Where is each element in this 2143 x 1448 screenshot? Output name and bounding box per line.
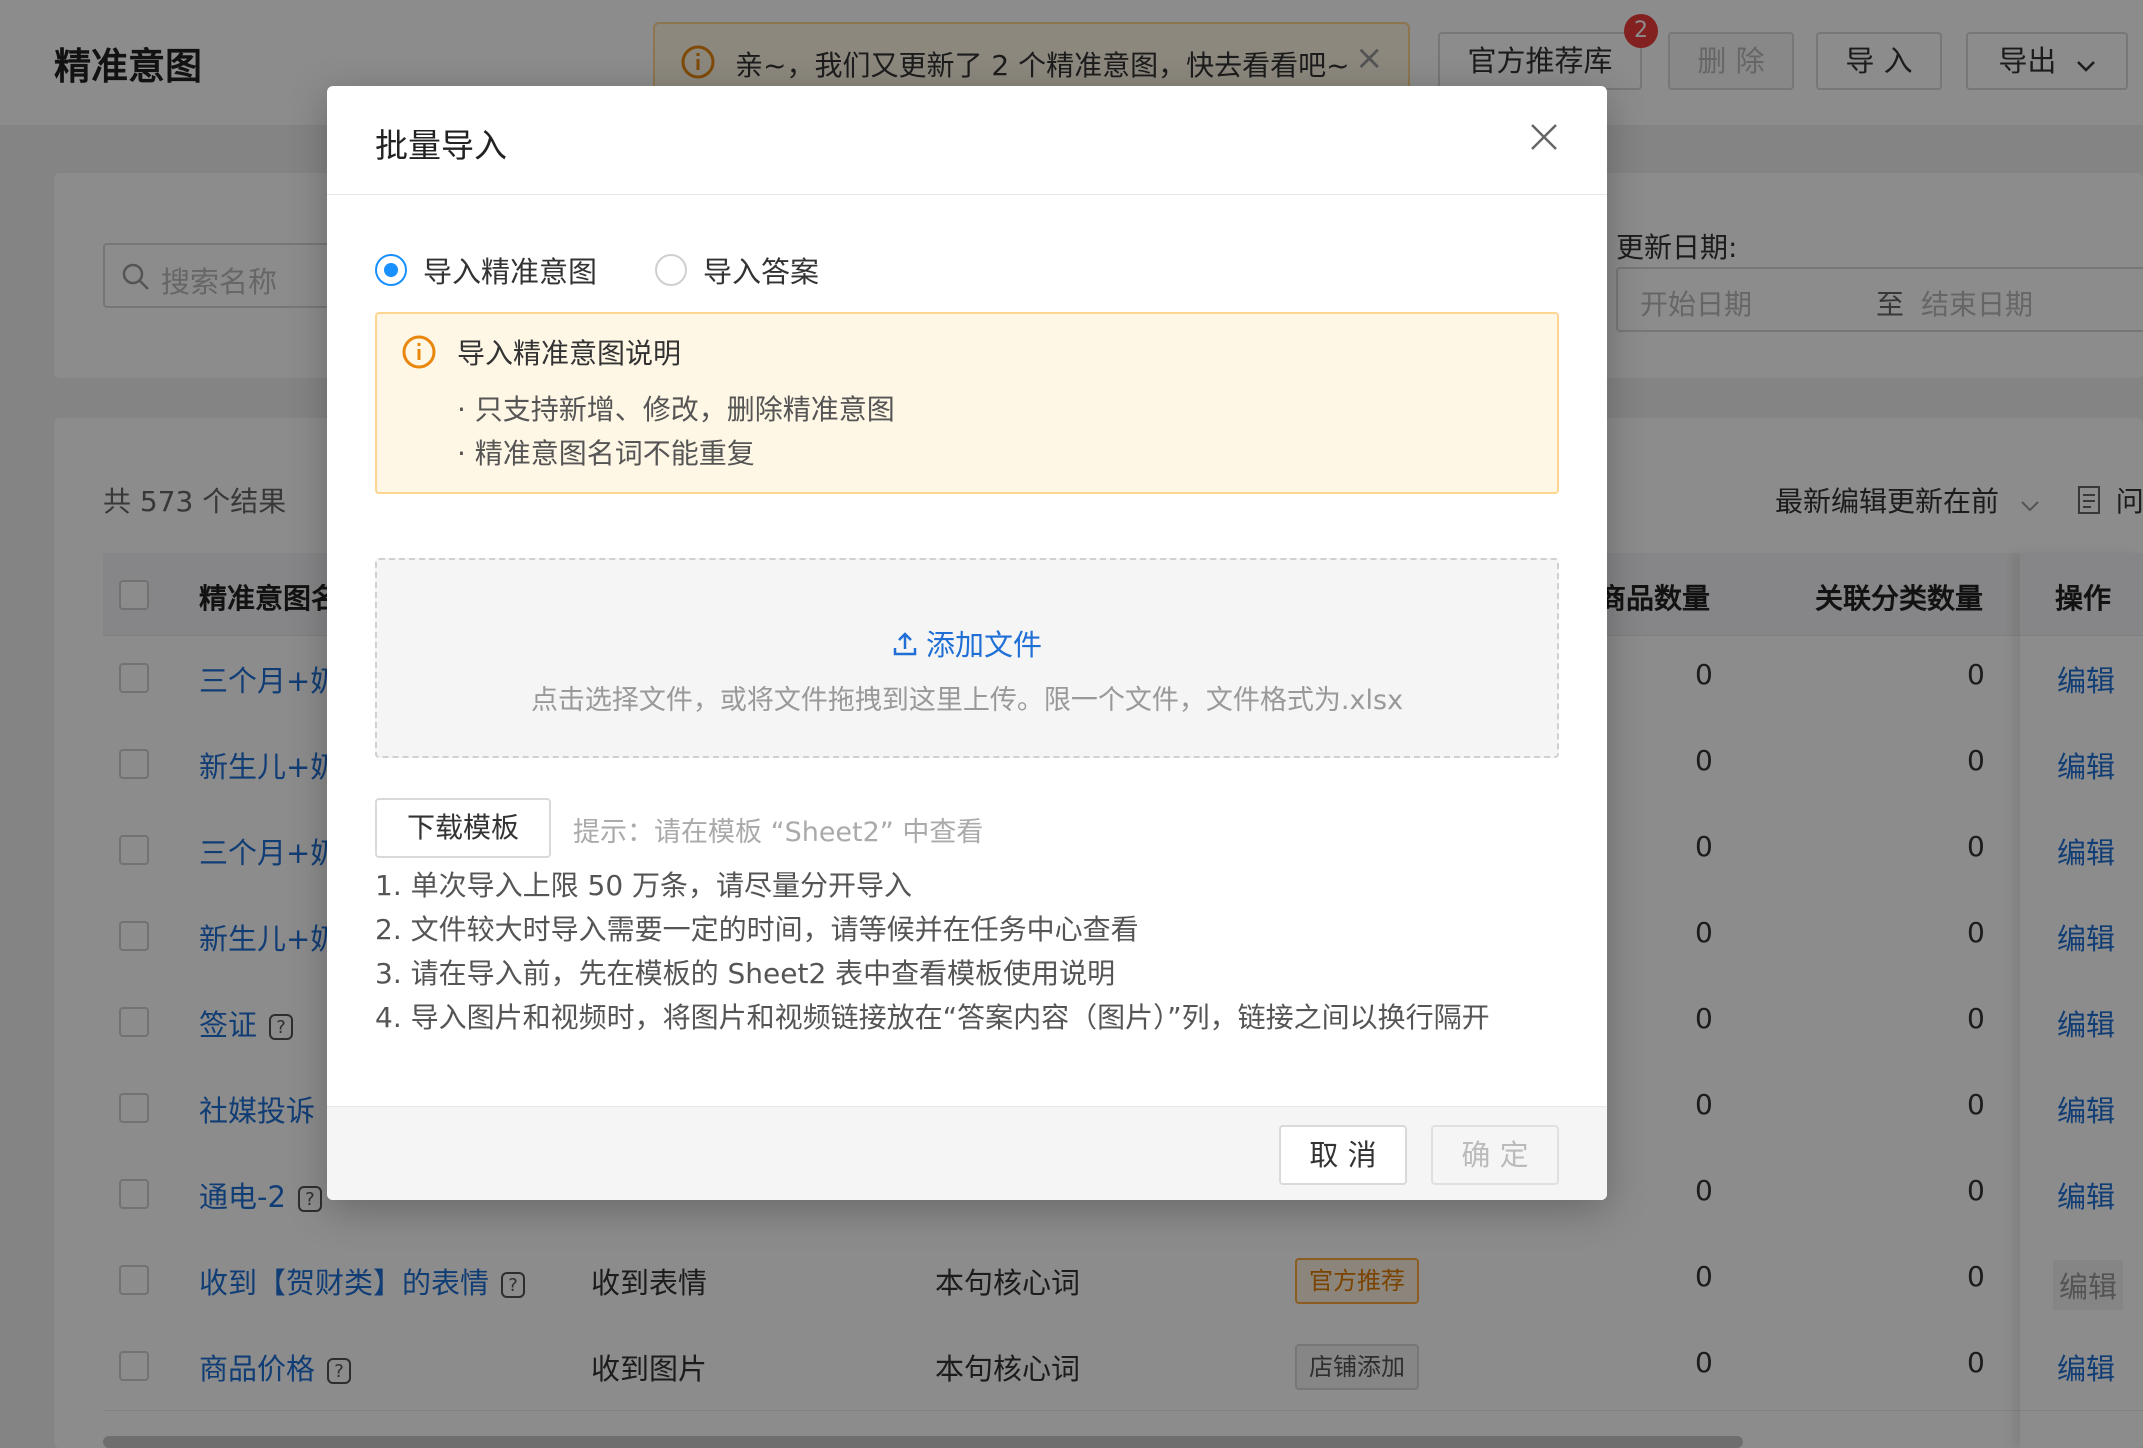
radio-import-answer[interactable]: 导入答案 [655, 249, 855, 289]
file-drop-zone[interactable]: 添加文件 点击选择文件，或将文件拖拽到这里上传。限一个文件，文件格式为.xlsx [375, 558, 1559, 758]
note-item: 2. 文件较大时导入需要一定的时间，请等候并在任务中心查看 [375, 913, 1139, 946]
import-instructions: 导入精准意图说明 · 只支持新增、修改，删除精准意图 · 精准意图名词不能重复 [375, 312, 1559, 494]
radio-unchecked-icon [655, 254, 687, 286]
add-file-button[interactable]: 添加文件 [377, 622, 1557, 664]
close-icon[interactable] [1529, 122, 1559, 156]
note-item: 1. 单次导入上限 50 万条，请尽量分开导入 [375, 869, 913, 902]
radio-import-intent[interactable]: 导入精准意图 [375, 249, 615, 289]
add-file-label: 添加文件 [925, 628, 1042, 662]
info-circle-icon [401, 334, 437, 374]
batch-import-dialog: 批量导入 导入精准意图 导入答案 导入精准意图说明 · 只支持新增、修改，删除精… [327, 86, 1607, 1200]
radio-import-intent-label: 导入精准意图 [423, 255, 598, 289]
confirm-button[interactable]: 确 定 [1431, 1125, 1559, 1185]
download-template-button[interactable]: 下载模板 [375, 798, 551, 858]
cancel-button[interactable]: 取 消 [1279, 1125, 1407, 1185]
note-item: 4. 导入图片和视频时，将图片和视频链接放在“答案内容（图片）”列，链接之间以换… [375, 1001, 1490, 1034]
note-item: 3. 请在导入前，先在模板的 Sheet2 表中查看模板使用说明 [375, 957, 1116, 990]
instruction-line: · 只支持新增、修改，删除精准意图 [457, 393, 895, 426]
dialog-footer: 取 消 确 定 [327, 1106, 1607, 1200]
dialog-title: 批量导入 [375, 126, 507, 165]
upload-icon [892, 630, 918, 664]
instructions-title: 导入精准意图说明 [457, 337, 682, 370]
radio-import-answer-label: 导入答案 [703, 255, 820, 289]
instruction-line: · 精准意图名词不能重复 [457, 437, 755, 470]
dialog-header: 批量导入 [327, 86, 1607, 195]
drop-hint: 点击选择文件，或将文件拖拽到这里上传。限一个文件，文件格式为.xlsx [530, 685, 1404, 716]
template-tip: 提示：请在模板 “Sheet2” 中查看 [573, 817, 984, 848]
radio-checked-icon [375, 254, 407, 286]
